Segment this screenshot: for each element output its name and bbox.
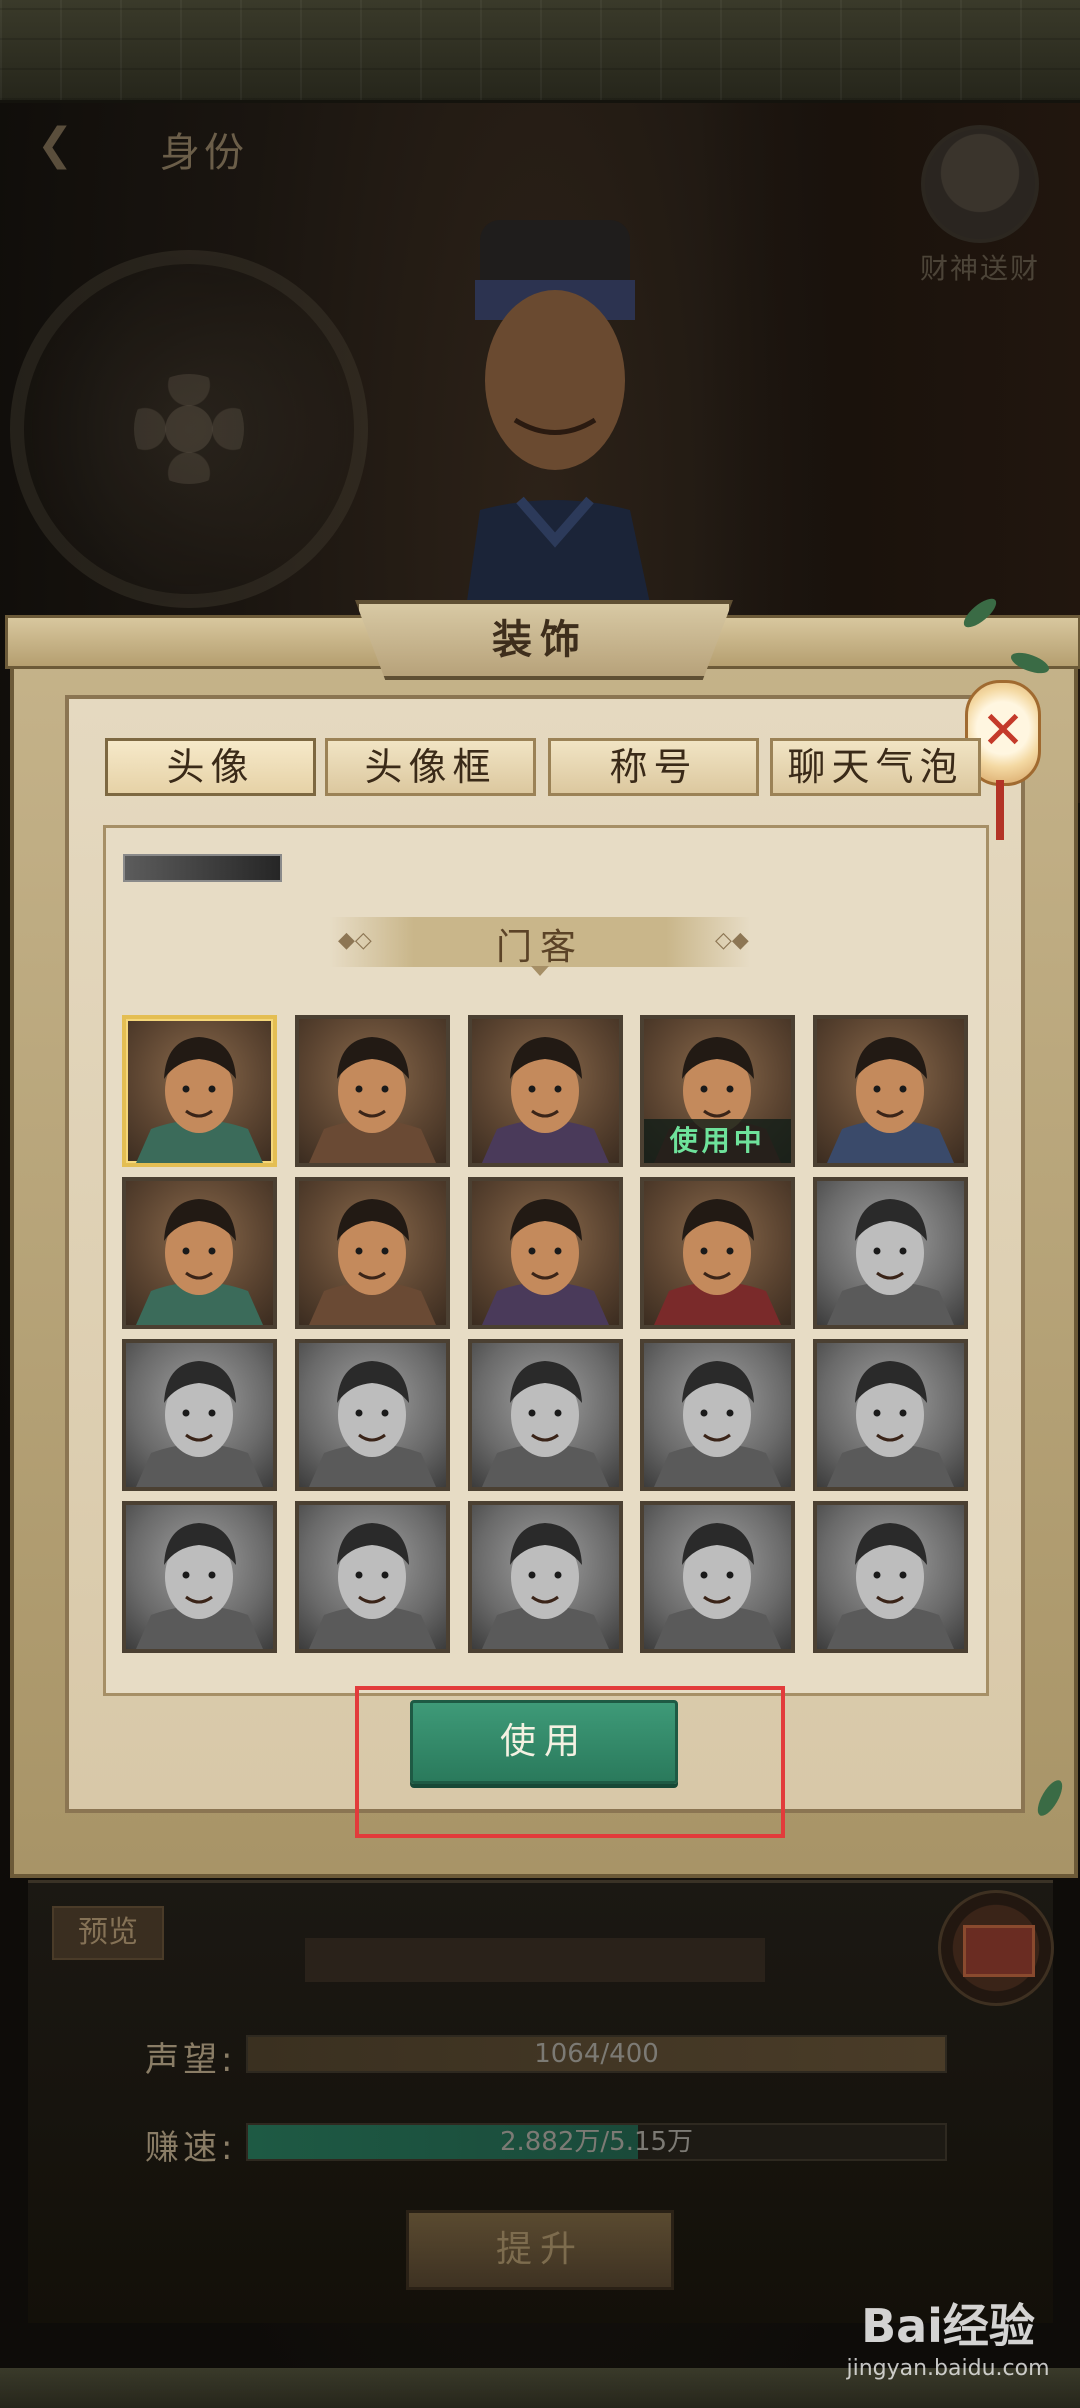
avatar-grid: 使用中 <box>122 1015 968 1665</box>
character-portrait <box>460 220 660 650</box>
treasure-chest-icon <box>963 1925 1035 1977</box>
treasure-chest-button[interactable] <box>938 1890 1054 2006</box>
earn-speed-value: 2.882万/5.15万 <box>499 2127 694 2157</box>
avatar-cell[interactable]: 使用中 <box>640 1015 796 1167</box>
avatar-cell[interactable] <box>467 1015 623 1167</box>
portrait-icon <box>136 1199 263 1325</box>
portrait-icon <box>827 1523 954 1649</box>
god-of-wealth-button[interactable]: 财神送财 <box>900 125 1060 285</box>
in-use-badge: 使用中 <box>644 1119 792 1163</box>
portrait-icon <box>827 1199 954 1325</box>
section-notch <box>531 966 549 976</box>
reputation-label: 声望: <box>145 2040 237 2080</box>
avatar-cell[interactable] <box>640 1339 796 1491</box>
portrait-icon <box>481 1199 609 1325</box>
progress-mini-bar <box>123 854 282 882</box>
panel-title: 装饰 <box>492 617 588 663</box>
portrait-icon <box>654 1199 782 1325</box>
tab-avatar-frame[interactable]: 头像框 <box>325 738 536 796</box>
avatar-cell[interactable] <box>813 1501 968 1653</box>
portrait-icon <box>654 1523 782 1649</box>
avatar-cell[interactable] <box>640 1501 796 1653</box>
watermark-main: Bai经验 <box>861 2299 1035 2353</box>
portrait-icon <box>481 1523 609 1649</box>
tab-avatar[interactable]: 头像 <box>105 738 316 796</box>
portrait-icon <box>308 1037 436 1163</box>
portrait-icon <box>481 1037 609 1163</box>
avatar-cell[interactable] <box>122 1177 277 1329</box>
avatar-cell[interactable] <box>813 1015 968 1167</box>
avatar-cell[interactable] <box>122 1015 277 1167</box>
reputation-value: 1064/400 <box>534 2039 659 2069</box>
preview-button[interactable]: 预览 <box>52 1906 164 1960</box>
reputation-bar: 1064/400 <box>246 2035 947 2073</box>
avatar-cell[interactable] <box>813 1177 968 1329</box>
portrait-icon <box>827 1037 954 1163</box>
portrait-icon <box>481 1361 609 1487</box>
god-of-wealth-icon <box>921 125 1039 243</box>
portrait-icon <box>136 1361 263 1487</box>
avatar-cell[interactable] <box>122 1501 277 1653</box>
watermark-url: jingyan.baidu.com <box>846 2356 1050 2381</box>
back-arrow-icon[interactable]: ❮ <box>30 120 80 170</box>
portrait-icon <box>308 1361 436 1487</box>
raise-button[interactable]: 提升 <box>406 2210 674 2290</box>
portrait-icon <box>136 1523 263 1649</box>
portrait-icon <box>827 1361 954 1487</box>
section-title: 门客 <box>495 927 584 968</box>
god-of-wealth-label: 财神送财 <box>919 252 1040 285</box>
portrait-icon <box>308 1523 436 1649</box>
earn-speed-bar: 2.882万/5.15万 <box>246 2123 947 2161</box>
earn-speed-label: 赚速: <box>145 2128 237 2168</box>
avatar-cell[interactable] <box>813 1339 968 1491</box>
name-bar <box>305 1938 765 1982</box>
portrait-icon <box>308 1199 436 1325</box>
avatar-cell[interactable] <box>467 1501 623 1653</box>
tab-title[interactable]: 称号 <box>548 738 759 796</box>
avatar-cell[interactable] <box>294 1015 450 1167</box>
lantern-tassel <box>996 780 1004 840</box>
avatar-cell[interactable] <box>467 1339 623 1491</box>
avatar-cell[interactable] <box>294 1177 450 1329</box>
avatar-cell[interactable] <box>467 1177 623 1329</box>
avatar-cell[interactable] <box>122 1339 277 1491</box>
top-decor-strip <box>0 0 1080 103</box>
highlight-annotation <box>355 1686 785 1838</box>
avatar-cell[interactable] <box>294 1501 450 1653</box>
baidu-watermark: Bai经验 jingyan.baidu.com <box>828 2290 1068 2390</box>
avatar-cell[interactable] <box>294 1339 450 1491</box>
page-title: 身份 <box>160 130 248 176</box>
avatar-cell[interactable] <box>640 1177 796 1329</box>
portrait-icon <box>136 1037 263 1163</box>
emblem-medallion <box>10 250 368 608</box>
portrait-icon <box>654 1361 782 1487</box>
tab-chat-bubble[interactable]: 聊天气泡 <box>770 738 981 796</box>
